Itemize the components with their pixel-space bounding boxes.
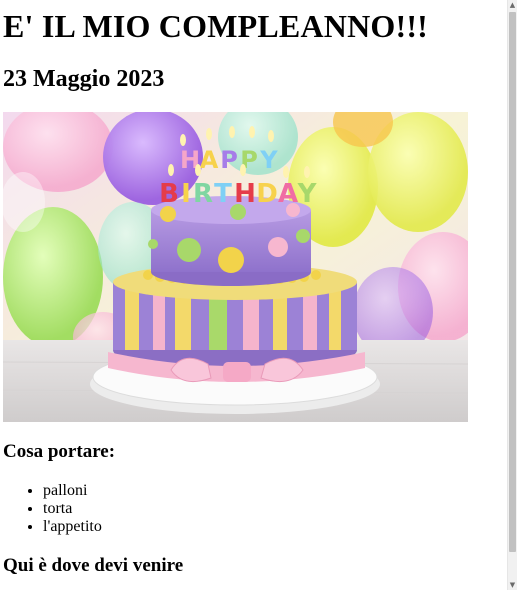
event-date: 23 Maggio 2023 bbox=[3, 66, 165, 92]
scroll-thumb[interactable] bbox=[509, 12, 516, 552]
vertical-scrollbar[interactable]: ▲ ▼ bbox=[507, 0, 517, 590]
candle-letter-8: R bbox=[193, 179, 213, 209]
scroll-up-arrow-icon[interactable]: ▲ bbox=[508, 0, 517, 10]
candle-letter-6: B bbox=[159, 179, 179, 209]
scroll-down-arrow-icon[interactable]: ▼ bbox=[508, 580, 517, 590]
list-item: l'appetito bbox=[43, 518, 102, 536]
page-title: E' IL MIO COMPLEANNO!!! bbox=[3, 8, 429, 44]
candle-letter-5: Y bbox=[259, 146, 278, 174]
candle-letter-10: H bbox=[234, 179, 256, 209]
candle-letter-2: A bbox=[200, 146, 219, 174]
birthday-cake-image: H A P P Y B I R T H D A Y bbox=[3, 112, 468, 422]
list-item: palloni bbox=[43, 482, 102, 500]
candle-letter-11: D bbox=[256, 179, 278, 209]
candle-letter-9: T bbox=[214, 179, 232, 209]
list-item: torta bbox=[43, 500, 102, 518]
candle-letter-13: Y bbox=[297, 179, 318, 209]
candle-letter-7: I bbox=[181, 179, 191, 209]
bring-list: palloni torta l'appetito bbox=[3, 482, 102, 536]
bring-heading: Cosa portare: bbox=[3, 441, 116, 462]
location-heading: Qui è dove devi venire bbox=[3, 555, 184, 576]
candle-letter-12: A bbox=[278, 179, 298, 209]
candle-letter-3: P bbox=[220, 146, 238, 174]
